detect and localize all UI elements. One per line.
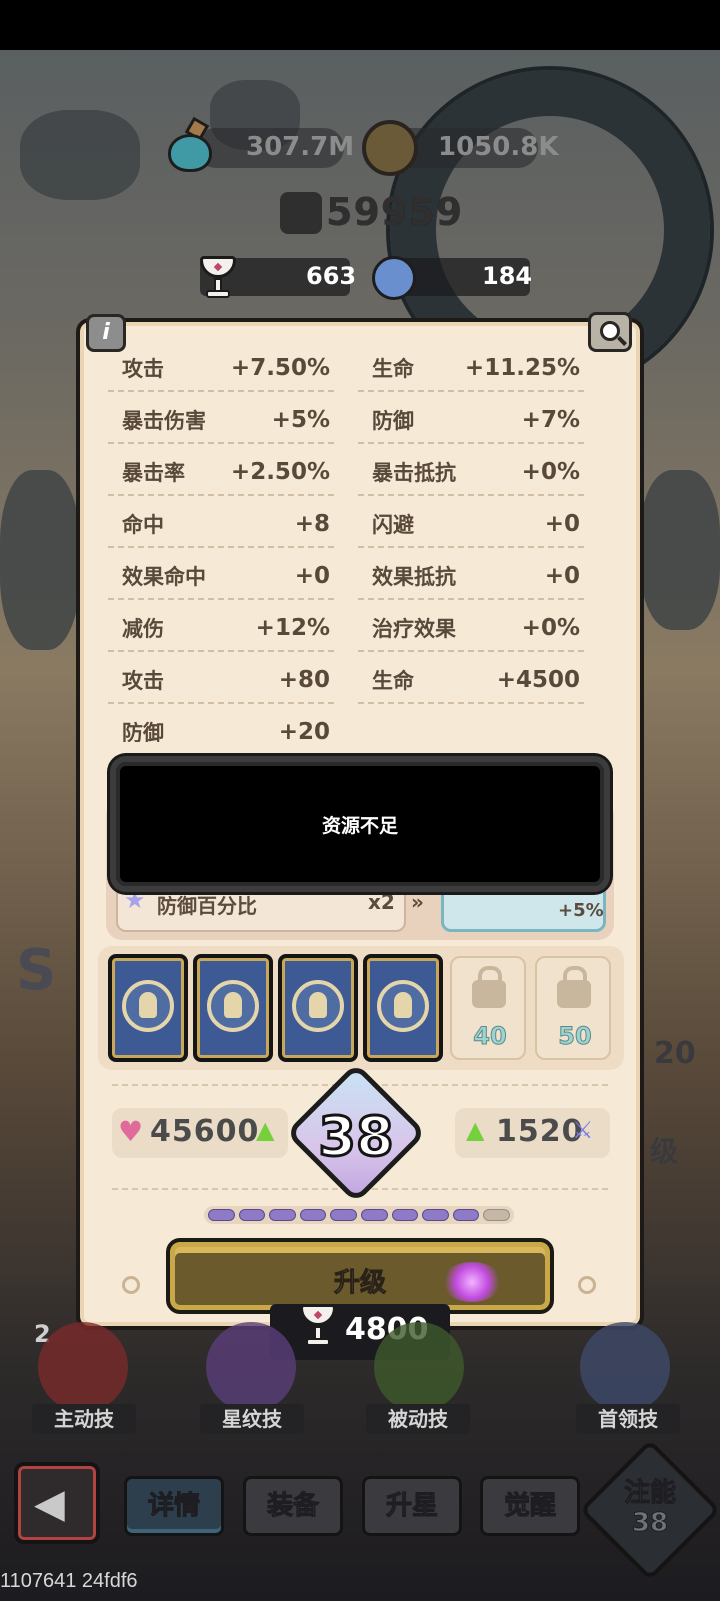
stat-row: 效果抵抗 +0	[358, 554, 584, 600]
chalice-icon	[198, 256, 238, 302]
back-arrow-icon: ◀	[34, 1481, 65, 1527]
chalice-icon	[298, 1304, 338, 1350]
stat-row: 效果命中 +0	[108, 554, 334, 600]
skill-card[interactable]	[363, 954, 443, 1062]
stat-row: 暴击伤害 +5%	[108, 398, 334, 444]
potion-icon	[166, 116, 214, 172]
stat-row: 防御 +20	[108, 710, 334, 742]
sword-icon: ⚔	[572, 1116, 594, 1144]
rock-decoration	[20, 110, 140, 200]
sparkle-effect	[442, 1262, 502, 1302]
figure-icon	[207, 980, 259, 1032]
figure-icon	[122, 980, 174, 1032]
double-chevron-icon: »	[411, 890, 424, 914]
decor-dot	[578, 1276, 596, 1294]
toast-text: 资源不足	[321, 814, 398, 837]
figure-icon	[292, 980, 344, 1032]
progress-segment	[208, 1209, 235, 1221]
upgrade-attribute-label: 防御百分比	[157, 894, 257, 918]
toast-message: 资源不足	[110, 756, 610, 892]
progress-segment	[269, 1209, 296, 1221]
side-upgrade-label: 级	[650, 1135, 679, 1168]
tab-equipment[interactable]: 装备	[243, 1476, 343, 1536]
skill-label-active[interactable]: 主动技	[32, 1404, 136, 1434]
heart-cost-value: 45600	[150, 1114, 260, 1149]
arrow-up-icon: ▲	[466, 1116, 485, 1144]
debug-footer-text: 1107641 24fdf6	[0, 1570, 138, 1592]
passive-skill-icon[interactable]	[374, 1322, 464, 1412]
lock-icon	[557, 966, 591, 1008]
stat-row: 攻击 +7.50%	[108, 346, 334, 392]
power-icon	[280, 192, 322, 234]
progress-segment	[422, 1209, 449, 1221]
attack-cost-value: 1520	[496, 1114, 584, 1149]
upgrade-next-value: +5%	[558, 900, 604, 921]
skill-card[interactable]	[108, 954, 188, 1062]
star-skill-icon[interactable]	[206, 1322, 296, 1412]
stat-row: 闪避 +0	[358, 502, 584, 548]
lock-icon	[472, 966, 506, 1008]
stat-row: 生命 +4500	[358, 658, 584, 704]
skill-label-passive[interactable]: 被动技	[366, 1404, 470, 1434]
chalice-value: 663	[306, 262, 357, 290]
side-number: 20	[654, 1036, 696, 1071]
stat-row: 暴击抵抗 +0%	[358, 450, 584, 496]
locked-slot[interactable]: 50	[535, 956, 611, 1060]
coin-value: 1050.8K	[438, 132, 559, 162]
skill-label-boss[interactable]: 首领技	[576, 1404, 680, 1434]
infuse-label: 注能 38	[623, 1478, 676, 1539]
stat-row: 治疗效果 +0%	[358, 606, 584, 652]
rock-decoration	[640, 470, 720, 630]
rank-letter-decoration: S	[16, 938, 57, 1003]
progress-segment	[330, 1209, 357, 1221]
heart-icon: ♥	[118, 1115, 144, 1148]
locked-slot[interactable]: 40	[450, 956, 526, 1060]
orb-icon	[372, 256, 416, 300]
stat-row: 生命 +11.25%	[358, 346, 584, 392]
stat-row: 暴击率 +2.50%	[108, 450, 334, 496]
active-skill-icon[interactable]	[38, 1322, 128, 1412]
upgrade-multiplier: x2	[368, 890, 395, 914]
skill-card[interactable]	[278, 954, 358, 1062]
stat-row: 命中 +8	[108, 502, 334, 548]
unlock-level: 50	[558, 1022, 592, 1051]
tab-awaken[interactable]: 觉醒	[480, 1476, 580, 1536]
progress-segment	[238, 1209, 266, 1221]
arrow-up-icon: ▲	[256, 1116, 275, 1144]
tab-details[interactable]: 详情	[124, 1476, 224, 1536]
unlock-level: 40	[473, 1022, 507, 1051]
boss-skill-icon[interactable]	[580, 1322, 670, 1412]
stat-row: 防御 +7%	[358, 398, 584, 444]
power-value: 59959	[326, 190, 464, 234]
progress-segment	[452, 1209, 480, 1221]
progress-segment	[360, 1209, 388, 1221]
rock-decoration	[0, 470, 80, 650]
skill-card[interactable]	[193, 954, 273, 1062]
status-bar	[0, 0, 720, 50]
stats-list[interactable]: 攻击 +7.50% 生命 +11.25% 暴击伤害 +5% 防御 +7% 暴击率 +2.5…	[108, 346, 608, 742]
coin-icon	[362, 120, 418, 176]
stat-row: 减伤 +12%	[108, 606, 334, 652]
figure-icon	[377, 980, 429, 1032]
stat-row: 攻击 +80	[108, 658, 334, 704]
progress-segment	[483, 1209, 510, 1221]
progress-segment	[391, 1209, 419, 1221]
progress-segment	[299, 1209, 327, 1221]
tab-star-up[interactable]: 升星	[362, 1476, 462, 1536]
level-value: 38	[317, 1104, 395, 1170]
level-progress-bar	[204, 1206, 514, 1224]
orb-value: 184	[482, 262, 533, 290]
decor-dot	[122, 1276, 140, 1294]
potion-value: 307.7M	[246, 132, 355, 162]
skill-label-star[interactable]: 星纹技	[200, 1404, 304, 1434]
back-button[interactable]: ◀	[14, 1462, 100, 1544]
